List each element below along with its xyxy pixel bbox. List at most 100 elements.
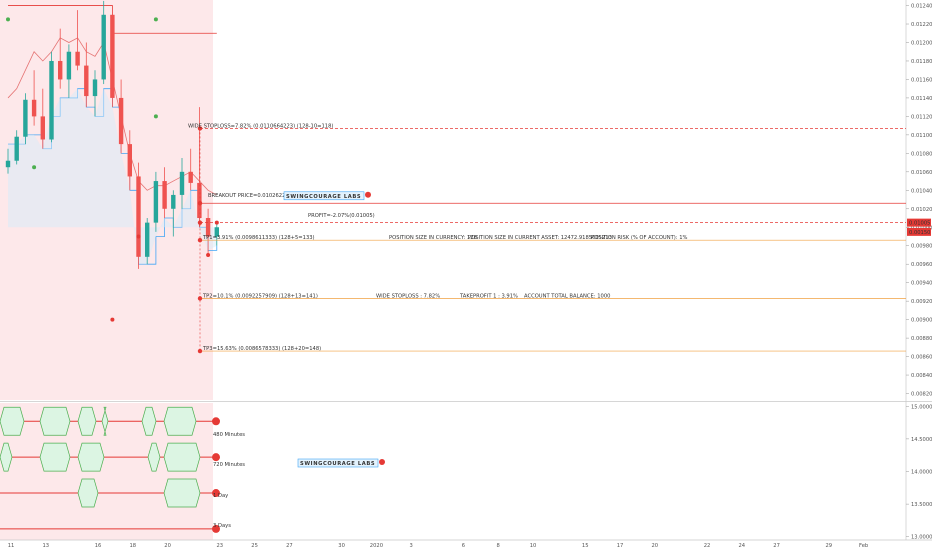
time-tick-label: 3 xyxy=(410,543,413,549)
candle-body[interactable] xyxy=(197,182,202,219)
candle-body[interactable] xyxy=(136,176,141,257)
candle-body[interactable] xyxy=(171,194,176,209)
candle-body[interactable] xyxy=(153,181,159,223)
price-tick-label: 0.01180 xyxy=(911,59,932,65)
tp-label: TP3=15.63% (0.0086578333) (128+20=148) xyxy=(202,346,321,352)
osc-signal-block xyxy=(0,406,25,436)
price-tick-label: 0.01080 xyxy=(911,151,932,157)
price-tick-label: 0.00860 xyxy=(911,355,932,361)
level-label: BREAKOUT PRICE=0.0102622333 xyxy=(208,193,295,199)
time-tick-label: 13 xyxy=(42,543,49,549)
price-badge-text: 0.00150 xyxy=(909,230,930,236)
time-tick-label: 15 xyxy=(582,543,589,549)
time-tick-label: Feb xyxy=(859,543,869,549)
candle-body[interactable] xyxy=(101,14,106,80)
osc-tick-label: 15.00000 xyxy=(911,404,932,410)
osc-signal-block xyxy=(39,442,71,472)
time-tick-label: 27 xyxy=(773,543,780,549)
level-label: WIDE STOPLOSS=7.82% (0.0110664223) (128-… xyxy=(188,123,333,129)
price-tick-label: 0.00880 xyxy=(911,336,932,342)
candle-body[interactable] xyxy=(205,218,211,237)
osc-row-label: 1 Day xyxy=(213,493,228,499)
osc-tick-label: 14.00000 xyxy=(911,470,932,476)
osc-signal-block xyxy=(39,406,71,436)
osc-tick-label: 13.50000 xyxy=(911,502,932,508)
time-tick-label: 16 xyxy=(95,543,102,549)
candle-body[interactable] xyxy=(49,60,54,140)
time-tick-label: 10 xyxy=(530,543,537,549)
candle-body[interactable] xyxy=(92,79,98,97)
candle-body[interactable] xyxy=(127,144,132,177)
time-tick-label: 6 xyxy=(462,543,465,549)
candle-body[interactable] xyxy=(110,14,115,98)
candle-body[interactable] xyxy=(5,160,11,168)
candle-body[interactable] xyxy=(66,51,72,80)
candle-body[interactable] xyxy=(31,99,37,117)
osc-signal-block xyxy=(77,478,99,508)
price-tick-label: 0.01120 xyxy=(911,114,932,120)
signal-dot-green xyxy=(153,17,158,22)
osc-row-label: 720 Minutes xyxy=(213,462,245,468)
time-tick-label: 11 xyxy=(8,543,15,549)
candle-body[interactable] xyxy=(75,51,80,66)
candle-body[interactable] xyxy=(145,222,150,257)
osc-end-dot xyxy=(212,453,220,462)
osc-signal-block xyxy=(163,478,201,508)
candle-body[interactable] xyxy=(58,60,63,80)
position-info-text: POSITION RISK (% OF ACCOUNT): 1% xyxy=(591,235,687,241)
price-tick-label: 0.00900 xyxy=(911,318,932,324)
price-tick-label: 0.01060 xyxy=(911,170,932,176)
logo-main-text: SWINGCOURAGE LABS xyxy=(286,194,361,200)
time-tick-label: 25 xyxy=(251,543,258,549)
signal-dot-red xyxy=(136,234,141,239)
price-tick-label: 0.01020 xyxy=(911,207,932,213)
price-tick-label: 0.01040 xyxy=(911,188,932,194)
time-tick-label: 17 xyxy=(617,543,624,549)
price-tick-label: 0.01140 xyxy=(911,96,932,102)
price-tick-label: 0.00920 xyxy=(911,299,932,305)
time-tick-label: 18 xyxy=(129,543,136,549)
osc-row-label: 480 Minutes xyxy=(213,432,245,438)
position-info-text: ACCOUNT TOTAL BALANCE: 1000 xyxy=(524,293,610,299)
trading-chart[interactable]: 0.01240 0.01220 0.01200 0.01180 0.01160 0.011… xyxy=(0,0,932,550)
osc-signal-block xyxy=(77,406,97,436)
position-info-text: POSITION SIZE IN CURRENCY: 128 xyxy=(389,235,477,241)
price-tick-label: 0.00840 xyxy=(911,373,932,379)
logo-osc-rocket-icon xyxy=(379,459,385,465)
tp-label: TP1=3.91% (0.0098611333) (128+5=133) xyxy=(202,235,315,241)
osc-tick-label: 14.50000 xyxy=(911,437,932,443)
signal-dot-green xyxy=(6,17,10,22)
time-tick-label: 8 xyxy=(497,543,500,549)
osc-signal-block xyxy=(163,442,201,472)
price-tick-label: 0.01220 xyxy=(911,22,932,28)
price-tick-label: 0.01160 xyxy=(911,77,932,83)
logo-osc-text: SWINGCOURAGE LABS xyxy=(300,461,375,467)
osc-end-dot xyxy=(212,417,220,426)
osc-row-label: 3 Days xyxy=(213,523,231,529)
position-info-text: WIDE STOPLOSS : 7.82% xyxy=(376,293,440,299)
candle-body[interactable] xyxy=(118,97,124,145)
time-tick-label: 23 xyxy=(216,543,223,549)
price-tick-label: 0.01100 xyxy=(911,133,932,139)
position-info-text: TAKEPROFIT 1 : 3.91% xyxy=(459,293,518,299)
candle-body[interactable] xyxy=(40,116,45,140)
price-tick-label: 0.01200 xyxy=(911,40,932,46)
time-tick-label: 20 xyxy=(651,543,658,549)
time-tick-label: 29 xyxy=(825,543,832,549)
osc-signal-block xyxy=(163,406,197,436)
signal-dot-green xyxy=(153,114,158,119)
price-tick-label: 0.00980 xyxy=(911,244,932,250)
time-tick-label: 20 xyxy=(164,543,171,549)
candle-body[interactable] xyxy=(188,171,193,183)
candle-body[interactable] xyxy=(23,99,28,137)
candle-body[interactable] xyxy=(179,171,185,195)
price-badge-text: 0.01005 xyxy=(909,221,930,227)
candle-body[interactable] xyxy=(84,65,89,97)
level-label: PROFIT=-2.07%(0.01005) xyxy=(308,213,375,219)
time-tick-label: 22 xyxy=(704,543,711,549)
time-tick-label: 30 xyxy=(338,543,345,549)
candle-body[interactable] xyxy=(162,181,167,209)
candle-body[interactable] xyxy=(14,136,19,161)
price-tick-label: 0.00960 xyxy=(911,262,932,268)
signal-dot-red xyxy=(110,317,115,322)
